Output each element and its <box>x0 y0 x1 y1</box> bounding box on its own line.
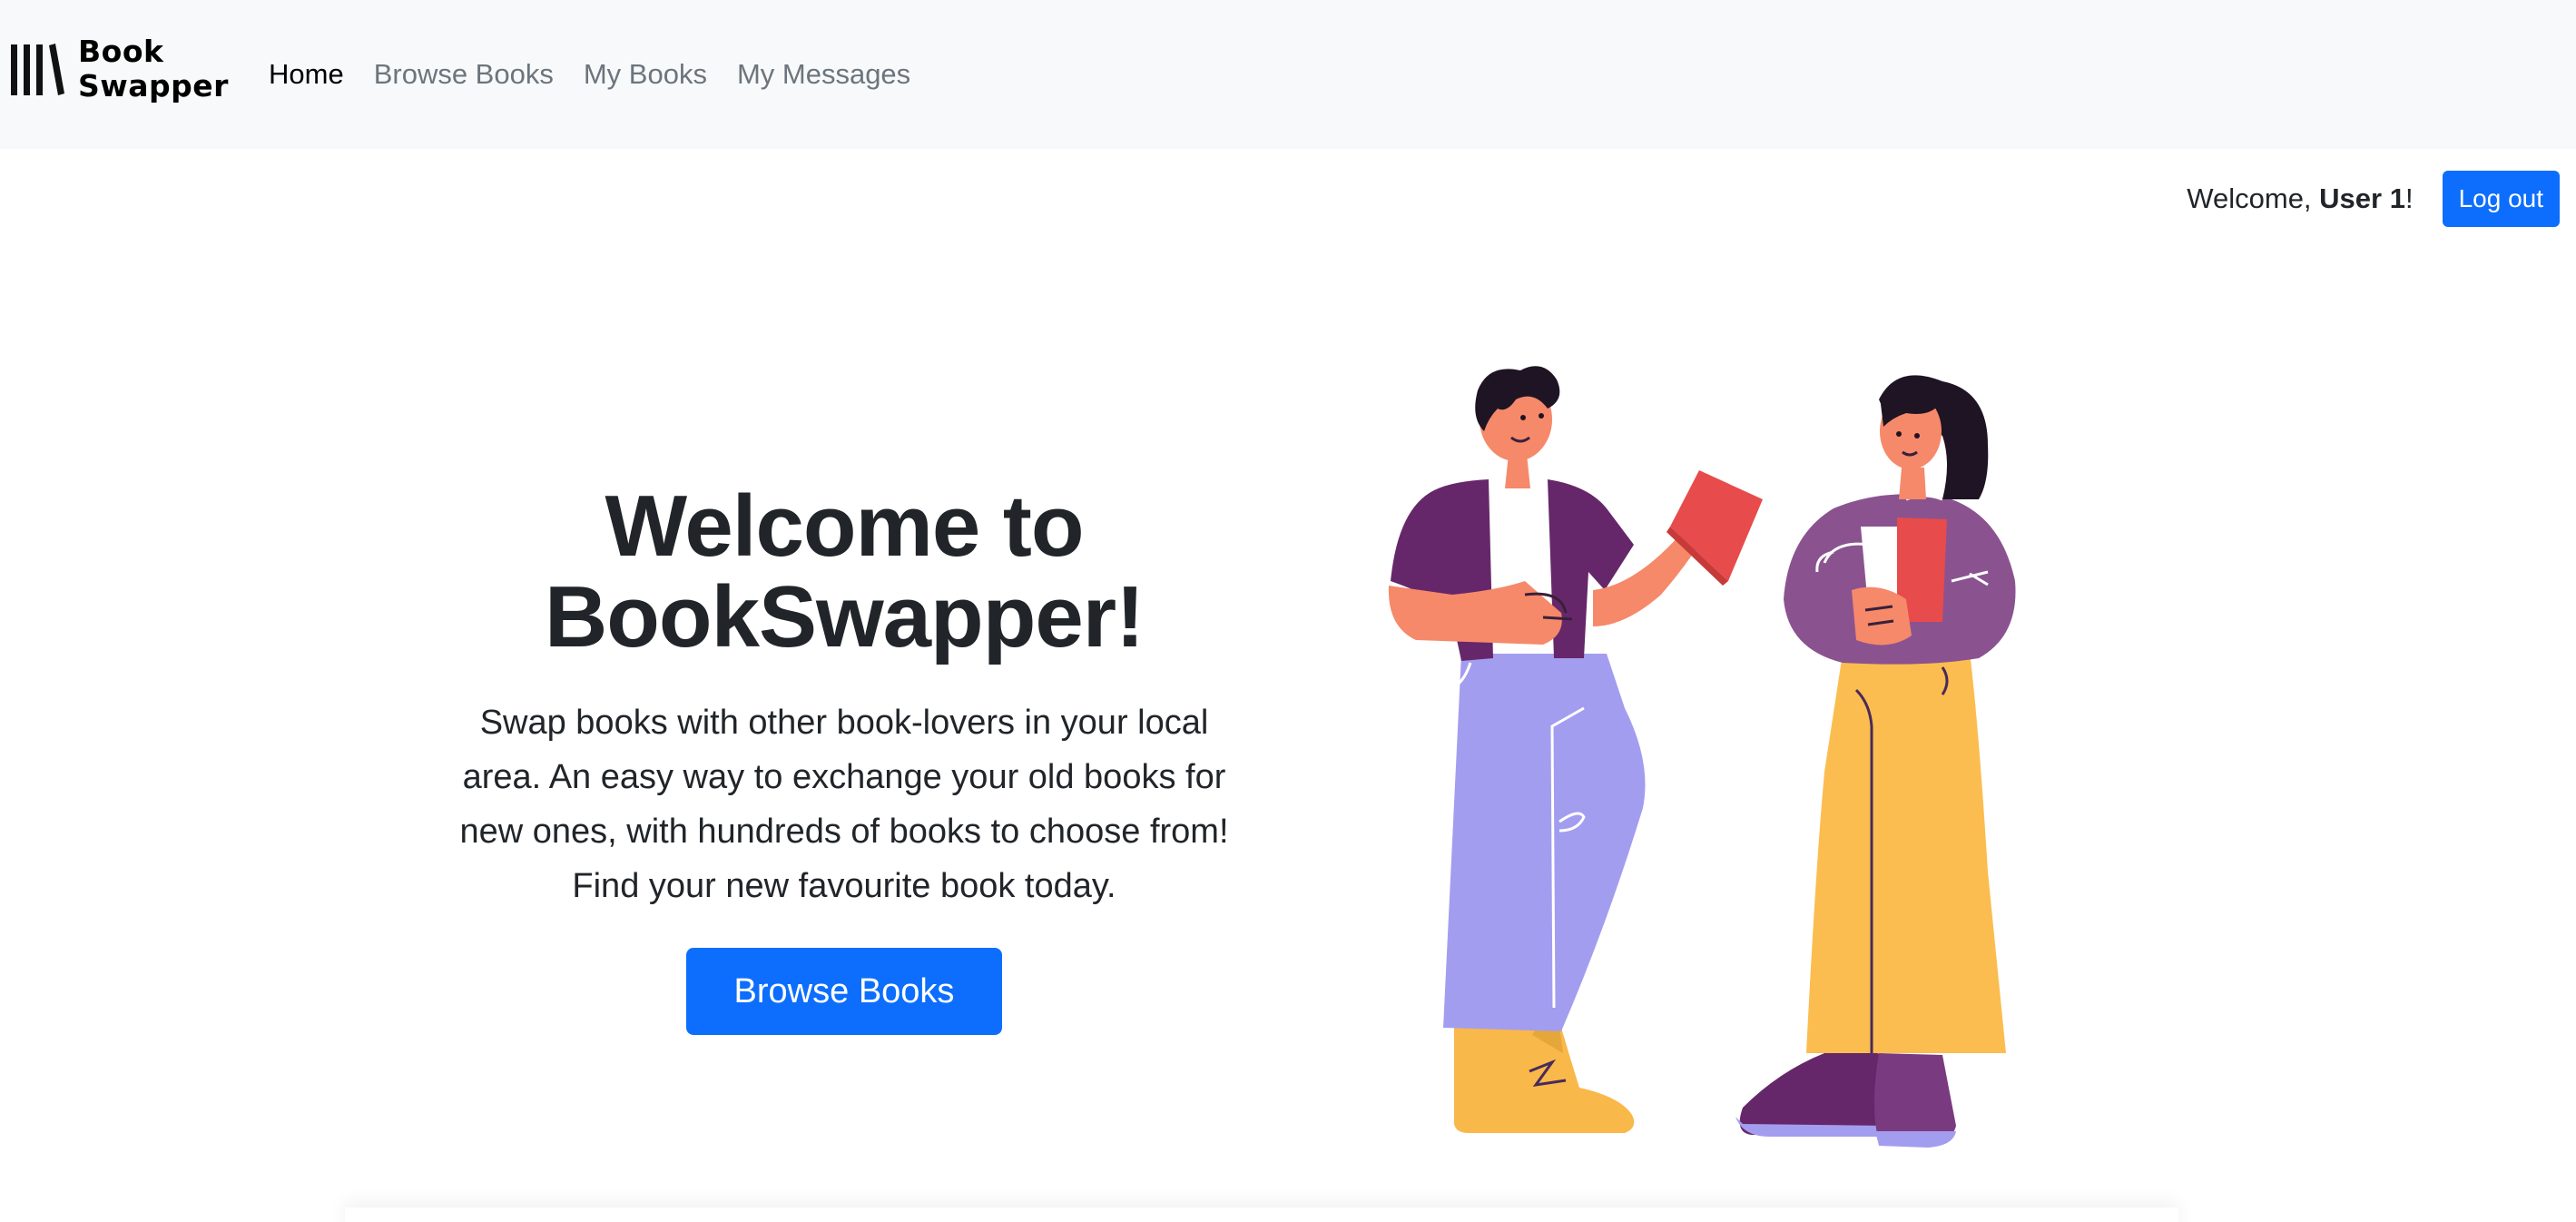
welcome-suffix: ! <box>2404 182 2414 214</box>
nav-links: Home Browse Books My Books My Messages <box>269 0 940 149</box>
books-logo-icon <box>11 44 64 95</box>
welcome-message: Welcome, User 1! <box>2187 182 2413 215</box>
page-bottom-shadow <box>345 1207 2178 1222</box>
logout-button[interactable]: Log out <box>2442 171 2560 227</box>
hero-title-line1: Welcome to <box>605 478 1085 575</box>
user-name: User 1 <box>2319 182 2405 214</box>
nav-item-home[interactable]: Home <box>269 58 344 91</box>
navbar: Book Swapper Home Browse Books My Books … <box>0 0 2576 149</box>
hero-title: Welcome to BookSwapper! <box>436 481 1253 663</box>
hero-description: Swap books with other book-lovers in you… <box>459 704 1229 905</box>
browse-books-button[interactable]: Browse Books <box>686 948 1002 1035</box>
nav-item-my-messages[interactable]: My Messages <box>737 58 910 91</box>
welcome-prefix: Welcome, <box>2187 182 2320 214</box>
brand-logo-link[interactable]: Book Swapper <box>9 34 229 103</box>
nav-item-browse-books[interactable]: Browse Books <box>374 58 554 91</box>
nav-item-my-books[interactable]: My Books <box>584 58 707 91</box>
hero-section: Welcome to BookSwapper! Swap books with … <box>436 481 1253 1035</box>
people-swapping-books-illustration <box>1388 366 2016 1148</box>
user-bar: Welcome, User 1! Log out <box>2187 171 2560 227</box>
brand-name: Book Swapper <box>78 34 229 103</box>
hero-title-line2: BookSwapper! <box>544 568 1145 665</box>
